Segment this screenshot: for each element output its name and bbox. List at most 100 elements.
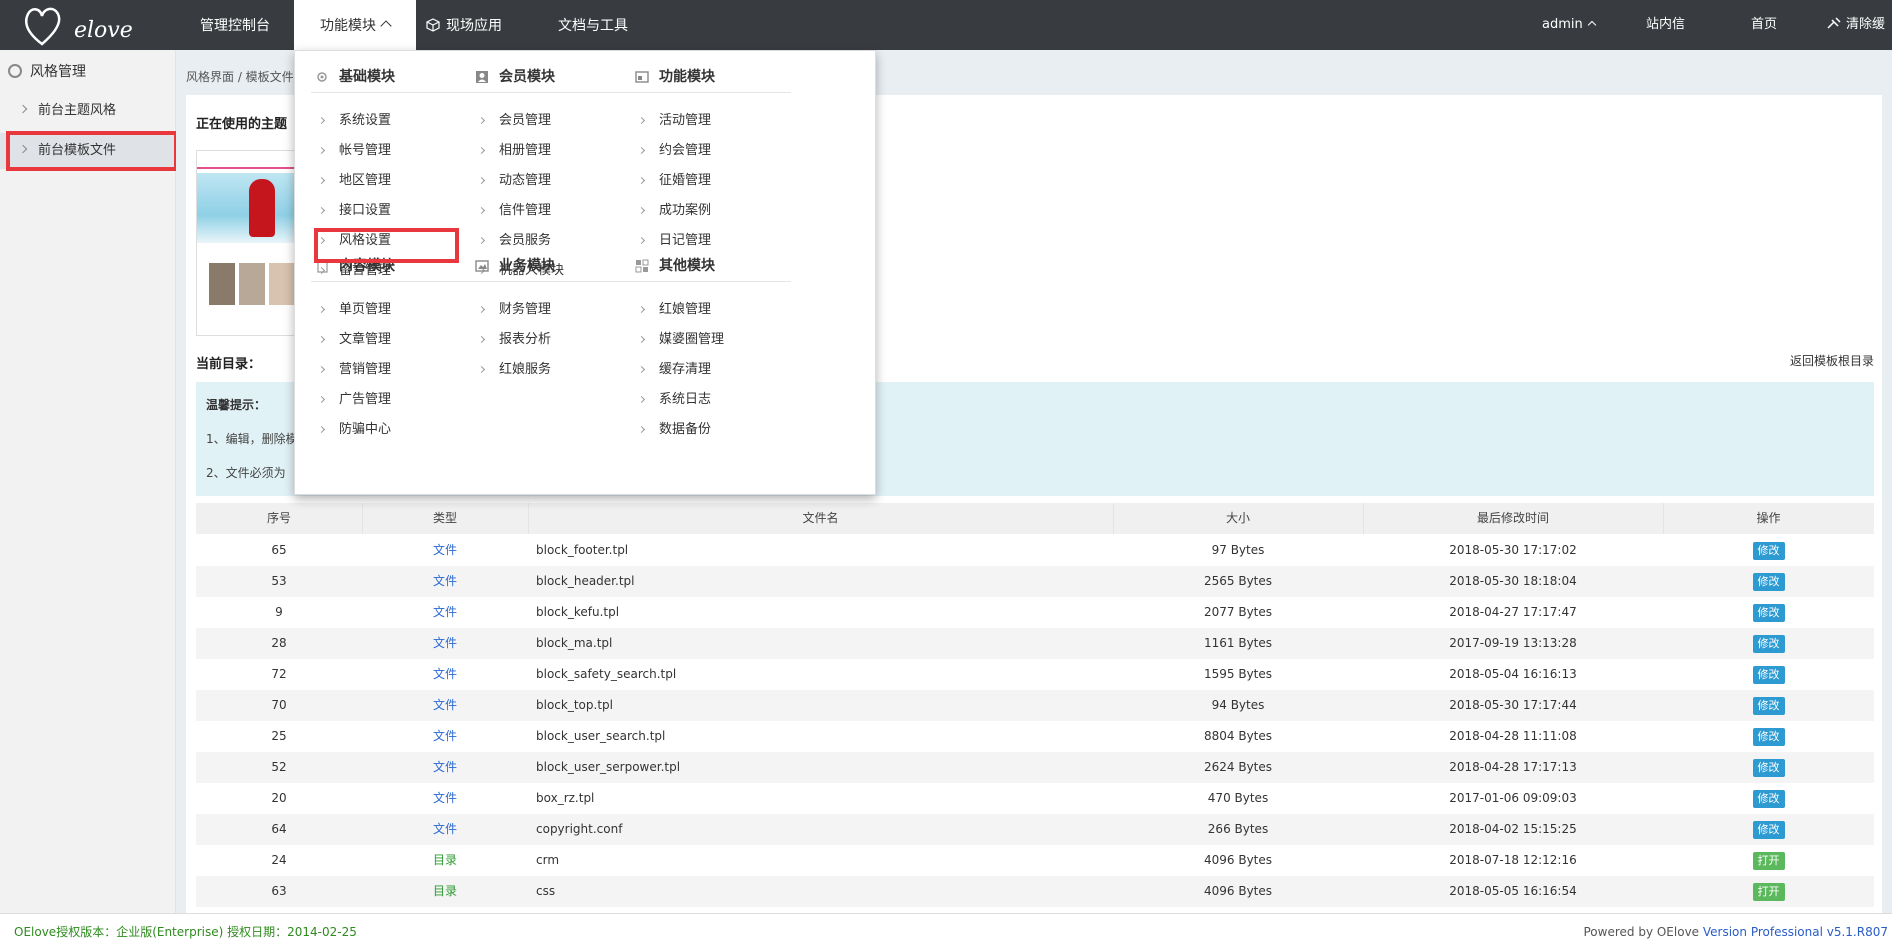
row-filename[interactable]: block_kefu.tpl xyxy=(528,597,1113,628)
edit-button[interactable]: 修改 xyxy=(1752,727,1785,746)
grid-icon xyxy=(635,259,649,273)
sidebar-item-theme-style[interactable]: 前台主题风格 xyxy=(0,93,176,129)
chevron-right-icon xyxy=(317,335,326,344)
menu-item[interactable]: 会员管理 xyxy=(471,106,631,136)
row-seq: 52 xyxy=(271,760,287,774)
menu-item[interactable]: 活动管理 xyxy=(631,106,791,136)
menu-item-label: 接口设置 xyxy=(339,203,392,218)
row-filename[interactable]: copyright.conf xyxy=(528,814,1113,845)
user-menu[interactable]: admin xyxy=(1542,0,1596,50)
inbox-link[interactable]: 站内信 xyxy=(1646,0,1685,50)
menu-item[interactable]: 红娘服务 xyxy=(471,355,631,385)
version-link[interactable]: Version Professional v5.1.R807 xyxy=(1703,925,1888,939)
breadcrumb: 风格界面 / 模板文件 xyxy=(186,70,294,84)
menu-item[interactable]: 广告管理 xyxy=(311,385,471,415)
edit-button[interactable]: 修改 xyxy=(1752,820,1785,839)
chevron-right-icon xyxy=(477,146,486,155)
row-action: 修改 xyxy=(1663,659,1874,690)
row-modified: 2018-05-30 17:17:44 xyxy=(1449,698,1577,712)
menu-item[interactable]: 约会管理 xyxy=(631,136,791,166)
thumbnail-card xyxy=(239,263,265,305)
chevron-up-icon xyxy=(1587,20,1596,30)
menu-item-label: 会员服务 xyxy=(499,233,552,248)
nav-function-modules[interactable]: 功能模块 xyxy=(294,0,416,50)
nav-docs-tools[interactable]: 文档与工具 xyxy=(558,0,628,50)
menu-item[interactable]: 地区管理 xyxy=(311,166,471,196)
chevron-right-icon xyxy=(477,236,486,245)
edit-button[interactable]: 修改 xyxy=(1752,665,1785,684)
row-type: 文件 xyxy=(432,791,457,805)
function-modules-dropdown: 基础模块 系统设置 帐号管理 地区管理 接口设置 风格设置 留言管理 会员模块 会员管理 相册管理… xyxy=(294,50,876,495)
table-row: 20 文件 box_rz.tpl 470 Bytes 2017-01-06 09:09:… xyxy=(196,783,1874,814)
row-size: 2624 Bytes xyxy=(1203,760,1273,774)
row-type: 文件 xyxy=(432,698,457,712)
row-filename[interactable]: block_top.tpl xyxy=(528,690,1113,721)
menu-item[interactable]: 信件管理 xyxy=(471,196,631,226)
menu-item[interactable]: 帐号管理 xyxy=(311,136,471,166)
nav-site-apps[interactable]: 现场应用 xyxy=(426,0,502,50)
chevron-right-icon xyxy=(317,116,326,125)
highlight-box-sidebar xyxy=(6,131,178,171)
table-row: 72 文件 block_safety_search.tpl 1595 Bytes 201… xyxy=(196,659,1874,690)
table-row: 28 文件 block_ma.tpl 1161 Bytes 2017-09-19 13:… xyxy=(196,628,1874,659)
menu-item[interactable]: 数据备份 xyxy=(631,415,791,445)
menu-item[interactable]: 营销管理 xyxy=(311,355,471,385)
row-action: 修改 xyxy=(1663,721,1874,752)
menu-item[interactable]: 缓存清理 xyxy=(631,355,791,385)
menu-item-label: 财务管理 xyxy=(499,302,552,317)
edit-button[interactable]: 修改 xyxy=(1752,541,1785,560)
sidebar: 风格管理 前台主题风格 前台模板文件 xyxy=(0,50,176,913)
menu-item[interactable]: 文章管理 xyxy=(311,325,471,355)
menu-item[interactable]: 系统设置 xyxy=(311,106,471,136)
menu-group-title: 基础模块 xyxy=(311,61,471,93)
row-action: 修改 xyxy=(1663,597,1874,628)
menu-item[interactable]: 接口设置 xyxy=(311,196,471,226)
menu-item[interactable]: 单页管理 xyxy=(311,295,471,325)
thumbnail-card xyxy=(269,263,295,305)
menu-item[interactable]: 红娘管理 xyxy=(631,295,791,325)
edit-button[interactable]: 修改 xyxy=(1752,634,1785,653)
row-filename[interactable]: crm xyxy=(528,845,1113,876)
home-link[interactable]: 首页 xyxy=(1751,0,1777,50)
menu-item[interactable]: 相册管理 xyxy=(471,136,631,166)
heart-logo-icon xyxy=(25,7,61,46)
theme-preview-thumbnail[interactable] xyxy=(196,150,300,336)
row-filename[interactable]: block_user_search.tpl xyxy=(528,721,1113,752)
edit-button[interactable]: 修改 xyxy=(1752,789,1785,808)
menu-item[interactable]: 征婚管理 xyxy=(631,166,791,196)
edit-button[interactable]: 修改 xyxy=(1752,696,1785,715)
row-filename[interactable]: block_ma.tpl xyxy=(528,628,1113,659)
back-to-root-link[interactable]: 返回模板根目录 xyxy=(1790,352,1874,369)
row-modified: 2018-04-02 15:15:25 xyxy=(1449,822,1577,836)
menu-item[interactable]: 成功案例 xyxy=(631,196,791,226)
row-filename[interactable]: css xyxy=(528,876,1113,907)
open-button[interactable]: 打开 xyxy=(1752,882,1785,901)
menu-item[interactable]: 报表分析 xyxy=(471,325,631,355)
app-logo[interactable]: elove xyxy=(22,4,133,48)
tips-line-1: 1、编辑，删除模 xyxy=(206,432,298,446)
edit-button[interactable]: 修改 xyxy=(1752,603,1785,622)
header-action: 操作 xyxy=(1756,511,1781,525)
cube-icon xyxy=(426,18,440,32)
chevron-right-icon xyxy=(637,335,646,344)
menu-item[interactable]: 财务管理 xyxy=(471,295,631,325)
row-modified: 2018-05-30 18:18:04 xyxy=(1449,574,1577,588)
menu-item[interactable]: 媒婆圈管理 xyxy=(631,325,791,355)
row-filename[interactable]: block_safety_search.tpl xyxy=(528,659,1113,690)
menu-group-title: 业务模块 xyxy=(471,250,631,282)
edit-button[interactable]: 修改 xyxy=(1752,758,1785,777)
edit-button[interactable]: 修改 xyxy=(1752,572,1785,591)
row-seq: 64 xyxy=(271,822,287,836)
clear-cache-link[interactable]: 清除缓存 xyxy=(1826,0,1892,82)
menu-item[interactable]: 系统日志 xyxy=(631,385,791,415)
row-filename[interactable]: block_user_serpower.tpl xyxy=(528,752,1113,783)
row-filename[interactable]: block_footer.tpl xyxy=(528,535,1113,566)
row-filename[interactable]: box_rz.tpl xyxy=(528,783,1113,814)
menu-item[interactable]: 防骗中心 xyxy=(311,415,471,445)
open-button[interactable]: 打开 xyxy=(1752,851,1785,870)
row-size: 97 Bytes xyxy=(1211,543,1265,557)
image-icon xyxy=(475,260,489,272)
row-filename[interactable]: block_header.tpl xyxy=(528,566,1113,597)
nav-admin-console[interactable]: 管理控制台 xyxy=(200,0,270,50)
menu-item[interactable]: 动态管理 xyxy=(471,166,631,196)
